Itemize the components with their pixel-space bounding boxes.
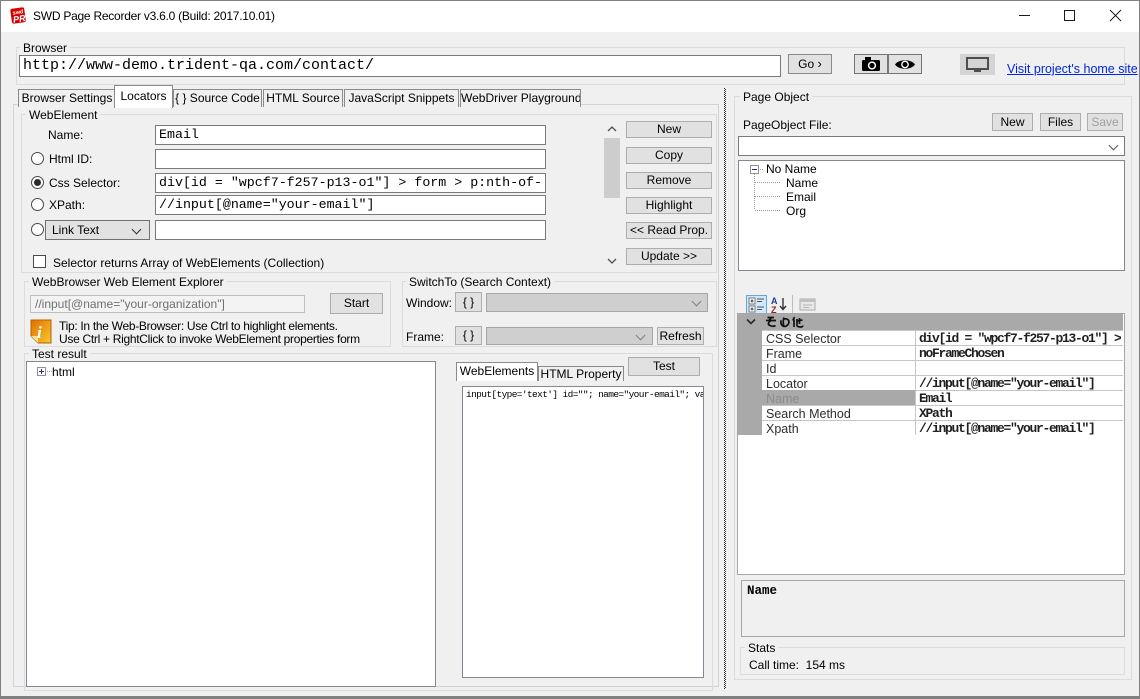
svg-text:PR: PR xyxy=(12,13,26,25)
svg-text:i: i xyxy=(37,323,42,342)
